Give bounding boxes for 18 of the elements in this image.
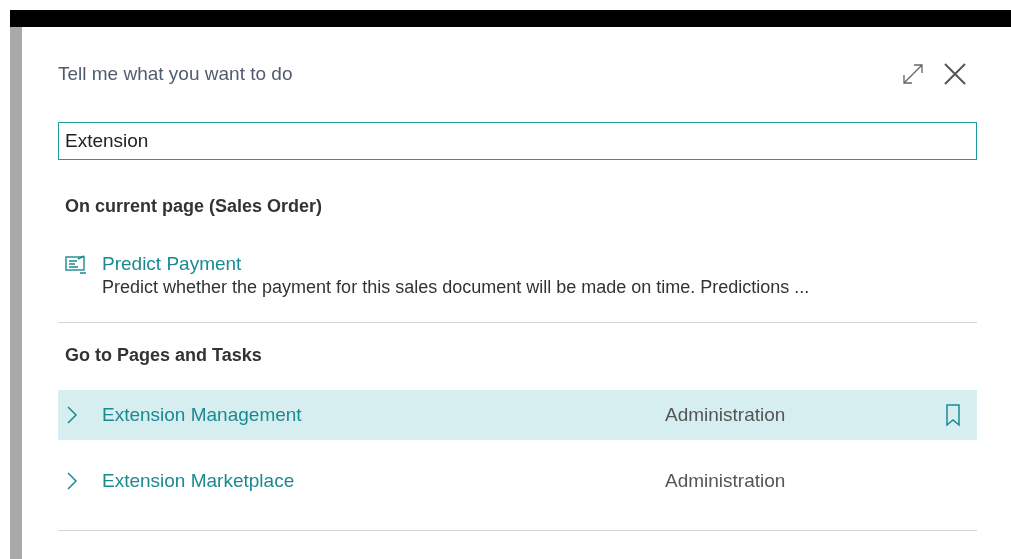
expand-icon[interactable] (901, 62, 925, 86)
page-result-row[interactable]: Extension Management Administration (58, 390, 977, 440)
page-result-row[interactable]: Extension Marketplace Administration (58, 456, 977, 506)
action-icon (64, 253, 88, 277)
action-description: Predict whether the payment for this sales document will be made on time. Predictions ... (102, 277, 810, 298)
search-field[interactable]: Extension (58, 122, 977, 160)
close-icon[interactable] (943, 62, 967, 86)
action-link[interactable]: Predict Payment (102, 253, 810, 275)
section-heading: Go to Pages and Tasks (64, 345, 263, 366)
page-link[interactable]: Extension Management (102, 404, 665, 426)
section-heading: On current page (Sales Order) (64, 196, 324, 217)
page-link[interactable]: Extension Marketplace (102, 470, 665, 492)
page-category: Administration (665, 470, 787, 492)
bookmark-icon[interactable] (945, 403, 961, 427)
page-category: Administration (665, 404, 787, 426)
chevron-right-icon (66, 471, 78, 491)
chevron-right-icon (66, 405, 78, 425)
dialog-title: Tell me what you want to do (58, 63, 293, 85)
